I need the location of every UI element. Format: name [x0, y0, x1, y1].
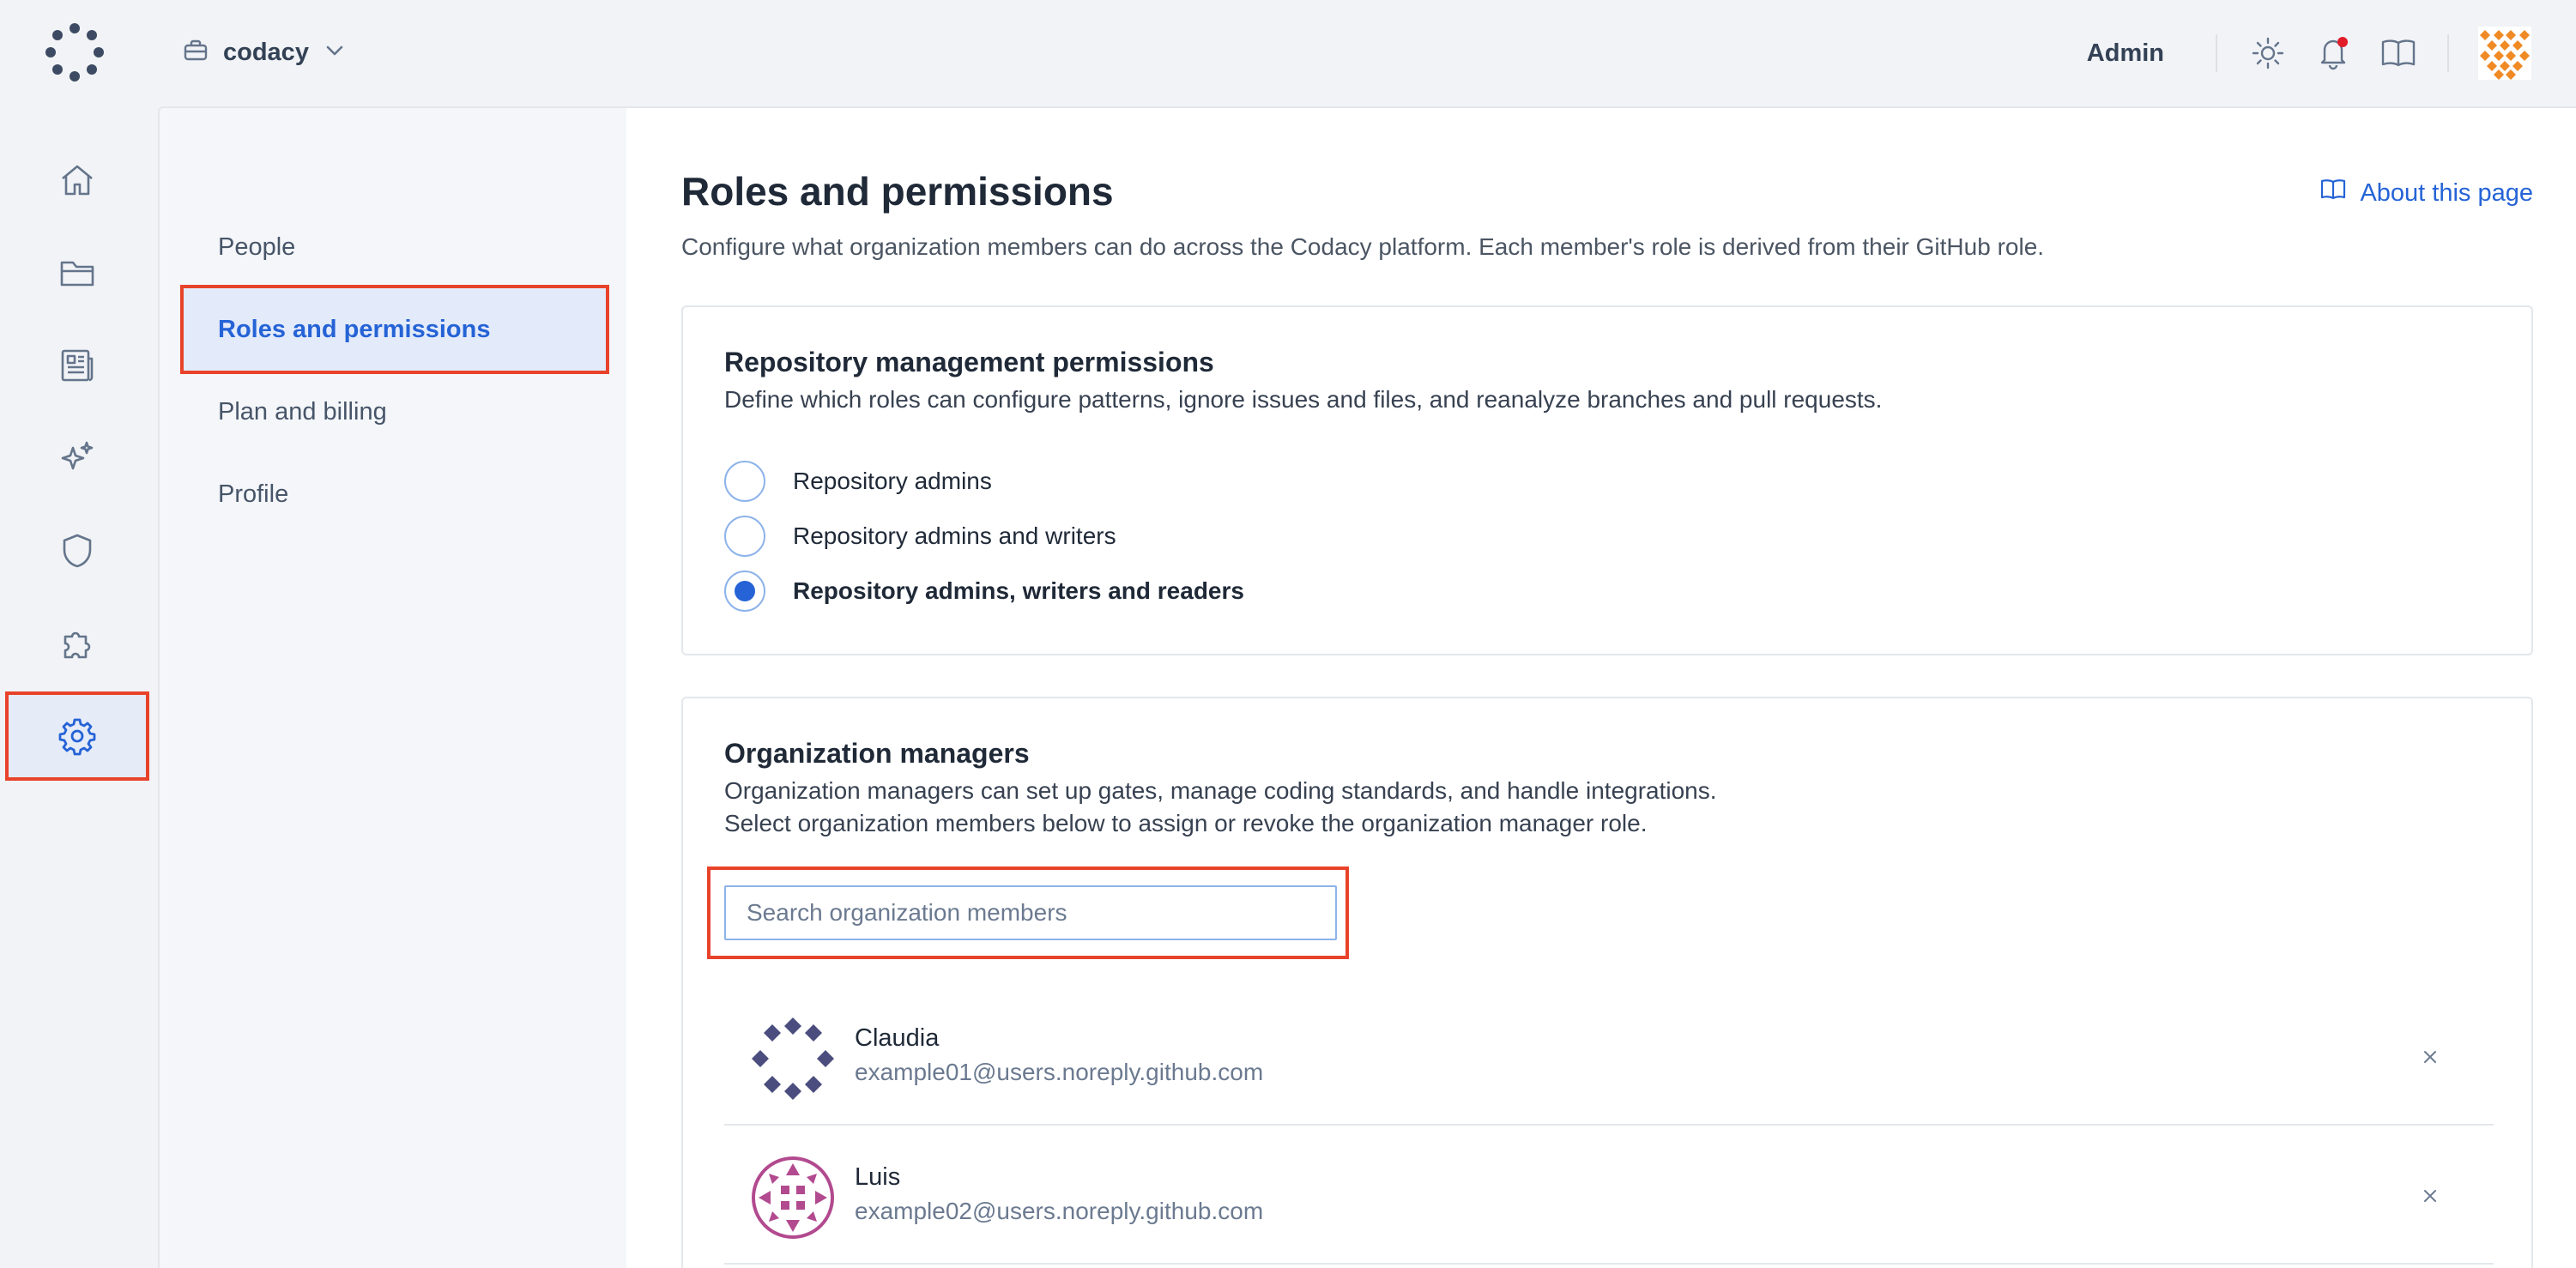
book-icon — [2320, 178, 2346, 208]
puzzle-icon[interactable] — [9, 602, 146, 685]
about-link-label: About this page — [2360, 178, 2533, 207]
member-email: example01@users.noreply.github.com — [855, 1059, 1264, 1085]
card-description-line1: Organization managers can set up gates, … — [724, 777, 1717, 804]
remove-member-close-icon[interactable] — [2415, 1042, 2446, 1072]
radio-label: Repository admins — [793, 468, 992, 494]
card-title: Organization managers — [724, 738, 1030, 769]
page-description: Configure what organization members can … — [681, 233, 2045, 260]
card-description-line2: Select organization members below to ass… — [724, 810, 1648, 836]
bell-icon[interactable] — [2313, 33, 2353, 73]
top-right-actions: Admin — [2087, 19, 2531, 88]
remove-member-close-icon[interactable] — [2415, 1180, 2446, 1211]
notification-badge — [2337, 37, 2348, 47]
member-avatar — [752, 1156, 834, 1239]
organization-name: codacy — [223, 38, 309, 66]
radio-label: Repository admins, writers and readers — [793, 577, 1244, 604]
divider — [2216, 34, 2217, 72]
radio-button[interactable] — [724, 516, 765, 557]
search-input[interactable] — [724, 885, 1337, 940]
member-avatar — [752, 1017, 834, 1100]
member-row: Claudia example01@users.noreply.github.c… — [724, 988, 2494, 1126]
member-email: example02@users.noreply.github.com — [855, 1198, 1264, 1224]
book-icon[interactable] — [2379, 33, 2418, 73]
radio-option-admins-and-writers[interactable]: Repository admins and writers — [724, 515, 1116, 558]
role-label: Admin — [2086, 39, 2164, 67]
radio-label: Repository admins and writers — [793, 522, 1116, 549]
home-icon[interactable] — [9, 139, 146, 221]
about-this-page-link[interactable]: About this page — [2320, 178, 2533, 208]
member-row: Luis example02@users.noreply.github.com — [724, 1127, 2494, 1265]
top-bar: codacy Admin — [0, 0, 2576, 106]
newspaper-icon[interactable] — [9, 324, 146, 407]
member-name: Luis — [855, 1163, 901, 1191]
sun-icon[interactable] — [2248, 33, 2288, 73]
codacy-logo-icon[interactable] — [45, 22, 105, 82]
subnav-item-plan-and-billing[interactable]: Plan and billing — [184, 371, 606, 453]
card-description: Define which roles can configure pattern… — [724, 386, 1883, 413]
radio-button-selected[interactable] — [724, 571, 765, 612]
chevron-down-icon — [324, 44, 345, 62]
page-title: Roles and permissions — [681, 169, 1114, 214]
divider — [2447, 34, 2449, 72]
card-title: Repository management permissions — [724, 347, 1214, 377]
radio-option-admins-writers-readers[interactable]: Repository admins, writers and readers — [724, 570, 1244, 613]
main-content: Roles and permissions Configure what org… — [626, 106, 2576, 1268]
briefcase-icon — [184, 39, 208, 66]
shield-icon[interactable] — [9, 510, 146, 592]
repository-permissions-card: Repository management permissions Define… — [681, 305, 2533, 655]
settings-subnav: People Roles and permissions Plan and bi… — [158, 106, 626, 1268]
search-highlight — [707, 866, 1349, 959]
main-navigation-rail — [0, 106, 158, 1268]
member-name: Claudia — [855, 1024, 940, 1052]
subnav-item-roles-and-permissions[interactable]: Roles and permissions — [180, 285, 609, 374]
sparkles-icon[interactable] — [9, 417, 146, 499]
organization-managers-card: Organization managers Organization manag… — [681, 697, 2533, 1268]
radio-option-repository-admins[interactable]: Repository admins — [724, 460, 992, 503]
user-avatar[interactable] — [2478, 27, 2531, 80]
folder-icon[interactable] — [9, 232, 146, 314]
subnav-item-people[interactable]: People — [184, 206, 606, 288]
gear-icon[interactable] — [5, 691, 149, 781]
subnav-item-profile[interactable]: Profile — [184, 453, 606, 535]
radio-button[interactable] — [724, 461, 765, 502]
organization-switcher[interactable]: codacy — [184, 33, 345, 72]
